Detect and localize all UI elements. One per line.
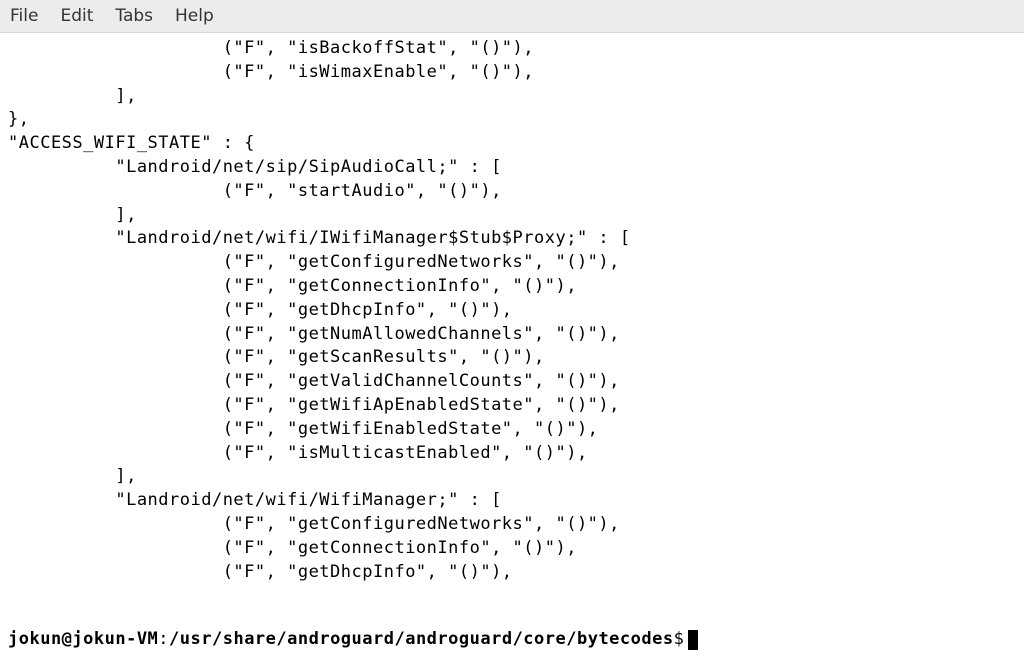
menu-tabs[interactable]: Tabs	[115, 6, 153, 26]
terminal-prompt[interactable]: jokun@jokun-VM:/usr/share/androguard/and…	[0, 628, 1024, 660]
terminal-output[interactable]: ("F", "isBackoffStat", "()"), ("F", "isW…	[0, 33, 1024, 628]
menu-file[interactable]: File	[10, 6, 38, 26]
prompt-colon: :	[158, 628, 169, 652]
prompt-path: /usr/share/androguard/androguard/core/by…	[169, 628, 674, 652]
menubar: File Edit Tabs Help	[0, 0, 1024, 33]
prompt-symbol: $	[674, 628, 685, 652]
prompt-user-host: jokun@jokun-VM	[8, 628, 158, 652]
menu-help[interactable]: Help	[175, 6, 214, 26]
cursor-icon	[688, 630, 698, 650]
menu-edit[interactable]: Edit	[60, 6, 93, 26]
